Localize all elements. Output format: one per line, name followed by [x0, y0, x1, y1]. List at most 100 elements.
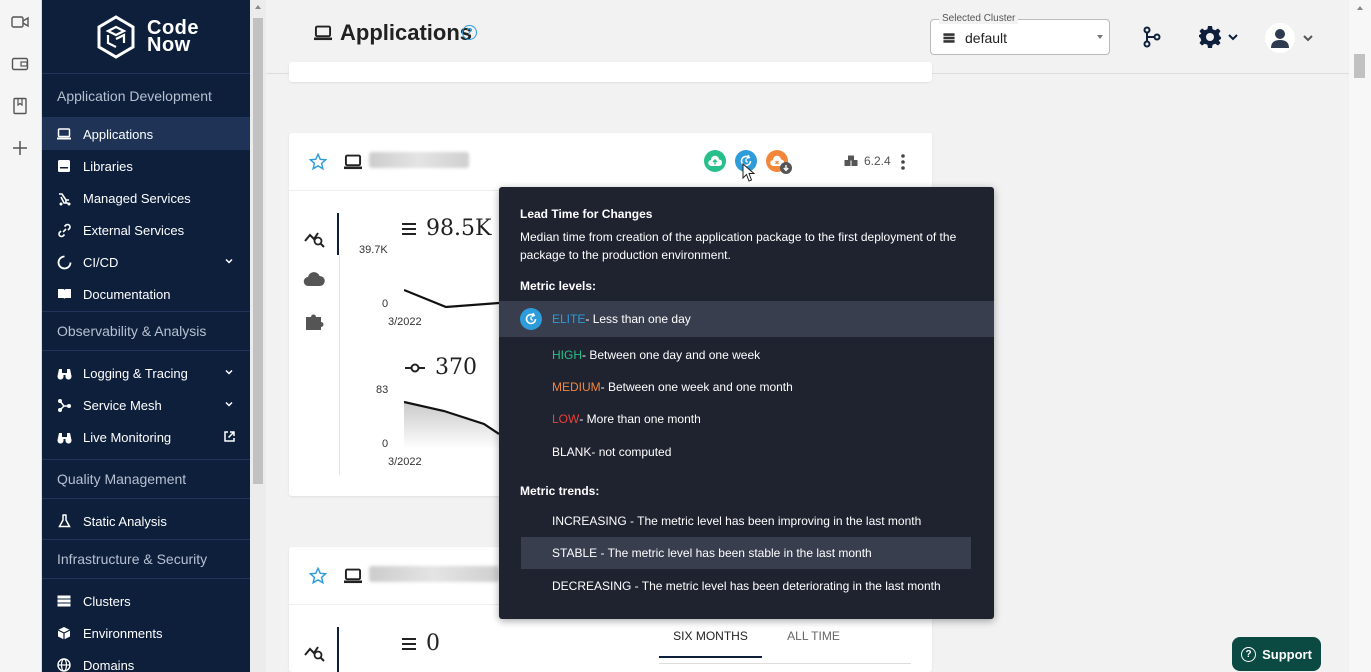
- application-name-blurred[interactable]: [369, 566, 499, 582]
- application-name-blurred[interactable]: [369, 152, 469, 168]
- section-application-development: Application Development: [42, 74, 250, 118]
- sidebar-item-environments[interactable]: Environments: [42, 617, 250, 649]
- list-lines-icon: [402, 637, 416, 650]
- sidebar-item-label: CI/CD: [83, 254, 119, 270]
- puzzle-icon[interactable]: [303, 310, 325, 332]
- metric-trends-heading: Metric trends:: [520, 484, 600, 498]
- star-icon[interactable]: [309, 153, 327, 171]
- more-options-icon[interactable]: [901, 153, 905, 171]
- globe-icon: [56, 657, 72, 672]
- level-name: ELITE: [552, 312, 586, 326]
- trend-decreasing: DECREASING - The metric level has been d…: [552, 579, 941, 593]
- git-branch-icon[interactable]: [1142, 26, 1162, 48]
- metric-levels-heading: Metric levels:: [520, 279, 597, 293]
- cicd-icon: [56, 254, 72, 270]
- scroll-up-arrow-icon[interactable]: [254, 4, 262, 10]
- tab-all-time[interactable]: ALL TIME: [762, 629, 865, 658]
- sidebar-item-static-analysis[interactable]: Static Analysis: [42, 505, 250, 537]
- logo[interactable]: Code Now: [42, 0, 250, 74]
- external-link-icon[interactable]: [223, 430, 236, 443]
- sidebar-item-libraries[interactable]: Libraries: [42, 150, 250, 182]
- axis-date-label: 3/2022: [388, 316, 422, 328]
- sidebar-item-label: Logging & Tracing: [83, 365, 188, 381]
- analytics-search-icon[interactable]: [303, 226, 325, 248]
- support-button[interactable]: ? Support: [1232, 637, 1321, 671]
- sidebar-item-logging-tracing[interactable]: Logging & Tracing: [42, 357, 250, 389]
- level-name: HIGH: [552, 348, 582, 362]
- chevron-down-icon: [1303, 35, 1313, 42]
- axis-min-label: 0: [382, 298, 389, 310]
- link-icon: [56, 222, 72, 238]
- axis-max-label: 39.7K: [359, 244, 388, 256]
- sidebar: Code Now Application Development Applica…: [42, 0, 250, 672]
- binoculars-icon: [56, 365, 72, 381]
- level-low: LOW - More than one month: [499, 401, 994, 437]
- commit-icon: [405, 363, 425, 372]
- level-text: - Between one day and one week: [582, 348, 761, 362]
- sidebar-item-domains[interactable]: Domains: [42, 649, 250, 672]
- time-range-tabs: SIX MONTHS ALL TIME: [659, 629, 865, 658]
- sidebar-item-documentation[interactable]: Documentation: [42, 278, 250, 310]
- sparkline-area-chart: [404, 400, 499, 449]
- main-scroll-thumb[interactable]: [1354, 54, 1365, 78]
- sidebar-item-label: Managed Services: [83, 190, 191, 206]
- wallet-icon[interactable]: [11, 55, 29, 73]
- sidebar-item-service-mesh[interactable]: Service Mesh: [42, 389, 250, 421]
- flask-icon: [56, 513, 72, 529]
- laptop-icon: [314, 25, 332, 41]
- sidebar-item-ci-cd[interactable]: CI/CD: [42, 246, 250, 278]
- active-tab-indicator: [337, 627, 339, 672]
- analytics-search-icon[interactable]: [303, 640, 325, 662]
- user-menu-button[interactable]: [1265, 23, 1313, 53]
- plus-icon[interactable]: [11, 139, 29, 157]
- metric-value: 0: [426, 631, 440, 656]
- sidebar-item-external-services[interactable]: External Services: [42, 214, 250, 246]
- tab-six-months[interactable]: SIX MONTHS: [659, 629, 762, 658]
- level-medium: MEDIUM - Between one week and one month: [499, 369, 994, 405]
- codenow-logo-icon: [97, 14, 135, 59]
- cluster-select[interactable]: Selected Cluster default: [930, 13, 1110, 55]
- application-card: [289, 62, 932, 82]
- level-name: MEDIUM: [552, 380, 601, 394]
- sidebar-item-label: Applications: [83, 126, 154, 142]
- level-text: - Between one week and one month: [600, 380, 793, 394]
- change-failure-badge[interactable]: [766, 150, 792, 174]
- sidebar-item-clusters[interactable]: Clusters: [42, 585, 250, 617]
- card-header: 6.2.4: [289, 133, 932, 191]
- level-text: - not computed: [591, 445, 672, 459]
- scroll-up-arrow-icon[interactable]: [1356, 5, 1364, 11]
- cloud-icon[interactable]: [303, 268, 325, 290]
- page-title: Applications: [340, 20, 473, 45]
- sidebar-item-applications[interactable]: Applications: [42, 118, 250, 150]
- sidebar-item-label: Documentation: [83, 286, 171, 302]
- sidebar-item-live-monitoring[interactable]: Live Monitoring: [42, 421, 250, 453]
- settings-menu-button[interactable]: [1198, 25, 1238, 49]
- main-scrollbar[interactable]: [1349, 0, 1371, 672]
- axis-max-label: 83: [376, 384, 389, 396]
- sparkline-chart: [404, 288, 499, 309]
- help-icon[interactable]: ?: [462, 25, 477, 40]
- chevron-down-icon[interactable]: [224, 399, 234, 409]
- chevron-down-icon[interactable]: [224, 256, 234, 266]
- server-icon: [943, 33, 955, 43]
- sidebar-item-label: Environments: [83, 625, 163, 641]
- metric-value: 98.5K: [426, 216, 492, 241]
- chevron-down-icon[interactable]: [224, 367, 234, 377]
- server-icon: [56, 593, 72, 609]
- trend-stable: STABLE - The metric level has been stabl…: [521, 537, 971, 569]
- refresh-clock-icon: [520, 308, 542, 330]
- deployment-frequency-badge[interactable]: [704, 150, 726, 172]
- tooltip-description: Median time from creation of the applica…: [520, 230, 957, 262]
- sidebar-scroll-thumb[interactable]: [253, 18, 263, 484]
- download-arrow-icon: [780, 162, 792, 174]
- sidebar-item-managed-services[interactable]: Managed Services: [42, 182, 250, 214]
- sidebar-item-label: Libraries: [83, 158, 133, 174]
- avatar-icon: [1265, 23, 1295, 53]
- star-icon[interactable]: [309, 567, 327, 585]
- chevron-down-icon: [1228, 34, 1238, 41]
- cube-icon: [56, 625, 72, 641]
- bookmark-book-icon[interactable]: [11, 97, 29, 115]
- cluster-select-value: default: [965, 30, 1008, 46]
- sidebar-scrollbar[interactable]: [250, 0, 266, 672]
- video-icon[interactable]: [11, 13, 29, 31]
